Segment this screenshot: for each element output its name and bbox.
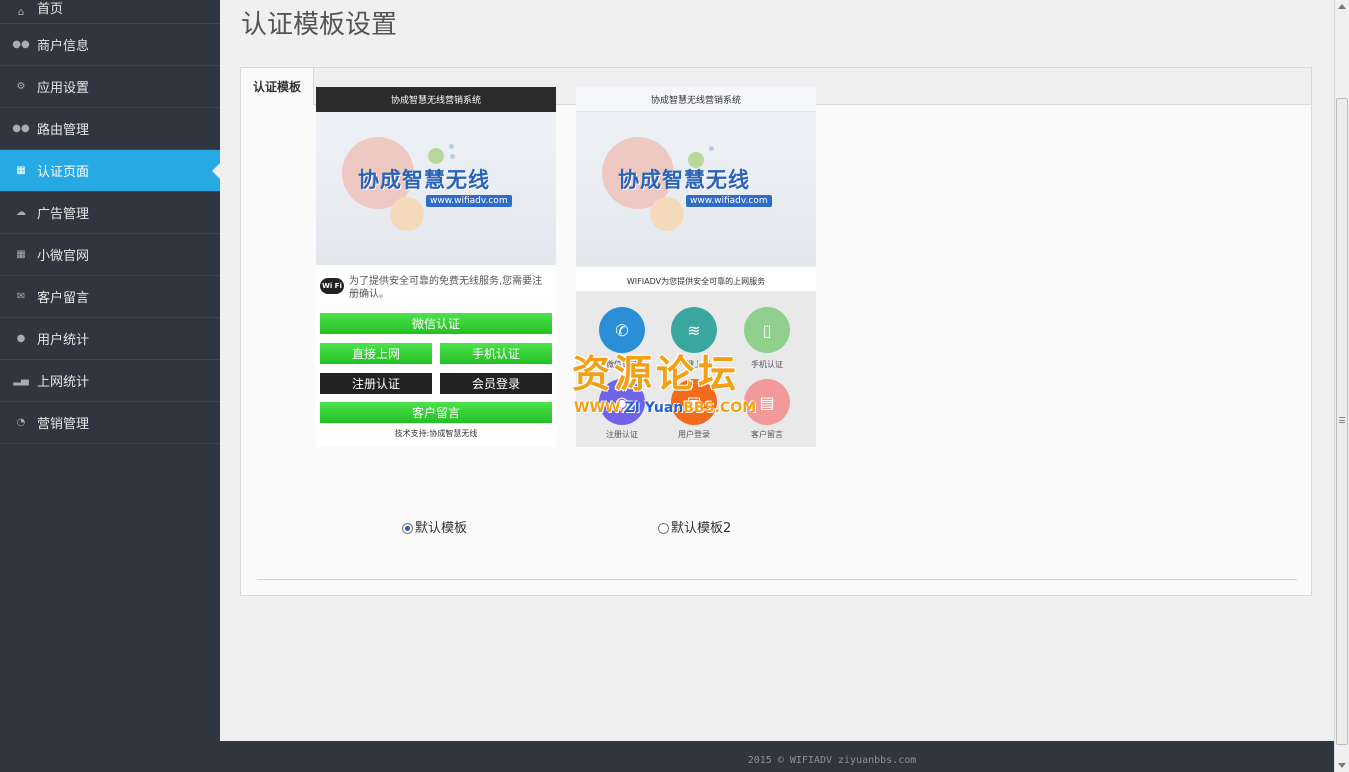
phone-auth-icon: ▯ [744,307,790,353]
banner-url: www.wifiadv.com [686,195,772,207]
user-login-icon: ▣ [671,379,717,425]
wifi-logo-icon: Wi Fi [320,278,344,294]
page-title: 认证模板设置 [241,10,398,40]
sidebar-item-ad-management[interactable]: ☁ 广告管理 [0,192,220,234]
banner-circle-decor [390,197,424,231]
wechat-auth-button: 微信认证 [320,313,552,334]
grid-icon: ▦ [16,249,26,260]
wechat-auth-icon: ✆ [599,307,645,353]
scroll-up-arrow-icon[interactable] [1338,4,1346,9]
phone-auth-button: 手机认证 [440,343,552,364]
banner-brand-text: 协成智慧无线 [358,168,490,192]
users-icon: ●● [12,39,30,50]
sidebar-item-label: 广告管理 [37,207,90,222]
icon-label: 客户留言 [751,430,783,439]
register-auth-button: 注册认证 [320,373,432,394]
sidebar-item-label: 用户统计 [37,333,90,348]
sidebar-item-micro-site[interactable]: ▦ 小微官网 [0,234,220,276]
sidebar: ⌂ 首页 ●● 商户信息 ⚙ 应用设置 ●● 路由管理 ▦ 认证页面 ☁ 广告管… [0,0,220,741]
preview-header: 协成智慧无线营销系统 [576,87,816,112]
preview-slogan: WIFIADV为您提供安全可靠的上网服务 [576,267,816,291]
preview-notice: Wi Fi 为了提供安全可靠的免费无线服务,您需要注册确认。 [316,265,556,312]
banner-circle-decor [449,144,454,149]
sidebar-item-customer-messages[interactable]: ✉ 客户留言 [0,276,220,318]
customer-message-button: 客户留言 [320,402,552,423]
sidebar-item-label: 首页 [37,2,64,17]
sidebar-item-label: 小微官网 [37,249,90,264]
radio-label: 默认模板2 [671,521,732,536]
cogs-icon: ⚙ [16,81,26,92]
sidebar-item-label: 上网统计 [37,375,90,390]
envelope-icon: ✉ [16,291,26,302]
user-icon: ● [16,333,26,344]
icon-label: 手机认证 [751,360,783,369]
table-icon: ▦ [16,165,26,176]
icon-label: 用户登录 [678,430,710,439]
preview-banner: 协成智慧无线 www.wifiadv.com [576,112,816,265]
icon-label: 注册认证 [606,430,638,439]
sidebar-item-label: 客户留言 [37,291,90,306]
notice-text: 为了提供安全可靠的免费无线服务,您需要注册确认。 [349,276,543,300]
banner-brand-text: 协成智慧无线 [618,168,750,192]
sidebar-item-label: 路由管理 [37,123,90,138]
radio-option-default[interactable]: 默认模板 [402,517,467,536]
banner-circle-decor [650,197,684,231]
tab-auth-template[interactable]: 认证模板 [241,68,314,105]
sidebar-item-online-stats[interactable]: ▂▄ 上网统计 [0,360,220,402]
template-preview-default-2[interactable]: 协成智慧无线营销系统 协成智慧无线 www.wifiadv.com WIFIAD… [576,87,816,447]
sidebar-item-home[interactable]: ⌂ 首页 [0,0,220,24]
signal-icon: ▂▄ [13,375,29,386]
preview-header: 协成智慧无线营销系统 [316,87,556,112]
sidebar-item-label: 营销管理 [37,417,90,432]
dashboard-icon: ◔ [16,417,26,428]
group-icon: ●● [12,123,30,134]
sidebar-item-merchant-info[interactable]: ●● 商户信息 [0,24,220,66]
sidebar-item-label: 认证页面 [37,165,90,180]
panel-divider [257,579,1297,580]
cloud-icon: ☁ [16,207,26,218]
radio-label: 默认模板 [415,521,468,536]
eye-icon: ◉ [599,379,645,425]
radio-default-template[interactable] [402,522,413,534]
sidebar-item-user-stats[interactable]: ● 用户统计 [0,318,220,360]
banner-url: www.wifiadv.com [426,195,512,207]
member-login-button: 会员登录 [440,373,552,394]
one-click-access-icon: ≋ [671,307,717,353]
sidebar-item-marketing[interactable]: ◔ 营销管理 [0,402,220,444]
footer-copyright: 2015 © WIFIADV ziyuanbbs.com [747,755,917,766]
icon-label: 一键上网 [678,360,710,369]
tech-support-text: 技术支持:协成智慧无线 [394,429,478,438]
sidebar-item-auth-page[interactable]: ▦ 认证页面 [0,150,220,192]
template-preview-default[interactable]: 协成智慧无线营销系统 协成智慧无线 www.wifiadv.com Wi Fi … [316,87,556,447]
preview-banner: 协成智慧无线 www.wifiadv.com [316,112,556,265]
sidebar-item-app-settings[interactable]: ⚙ 应用设置 [0,66,220,108]
footer: 2015 © WIFIADV ziyuanbbs.com [0,741,1334,772]
banner-circle-decor [709,146,714,151]
scroll-thumb[interactable] [1336,98,1348,745]
scroll-grip-icon [1339,417,1345,423]
radio-option-default-2[interactable]: 默认模板2 [658,517,731,536]
vertical-scrollbar[interactable] [1334,0,1349,772]
sidebar-item-router-management[interactable]: ●● 路由管理 [0,108,220,150]
icon-label: 微信认证 [606,360,638,369]
banner-circle-decor [428,148,444,164]
direct-access-button: 直接上网 [320,343,432,364]
home-icon: ⌂ [17,6,25,18]
scroll-down-arrow-icon[interactable] [1338,763,1346,768]
document-icon: ▤ [744,379,790,425]
banner-circle-decor [450,154,455,159]
sidebar-item-label: 商户信息 [37,39,90,54]
radio-default-template-2[interactable] [658,522,669,534]
sidebar-item-label: 应用设置 [37,81,90,96]
